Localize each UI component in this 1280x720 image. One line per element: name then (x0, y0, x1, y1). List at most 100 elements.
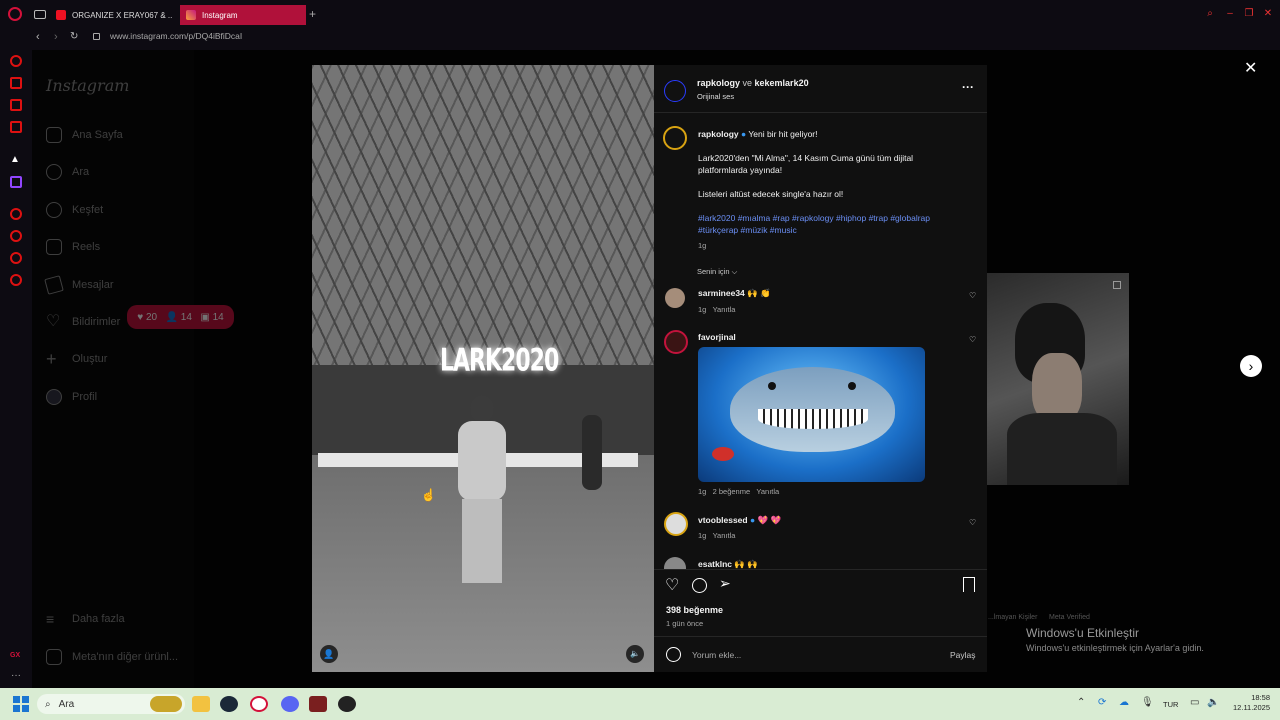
instagram-logo[interactable]: Instagram (46, 76, 129, 95)
footer-link[interactable]: ...lmayan Kişiler (988, 614, 1037, 621)
tray-language[interactable]: TUR (1163, 700, 1178, 709)
minimize-icon[interactable]: – (1224, 8, 1236, 20)
comment-sort-dropdown[interactable]: Senin için ⌵ (697, 267, 737, 277)
nav-reels[interactable]: Reels (46, 237, 100, 257)
extensions-icon[interactable] (10, 252, 22, 264)
widget-app-icon[interactable] (150, 696, 182, 712)
messenger-icon[interactable] (10, 99, 22, 111)
caption-avatar[interactable] (663, 126, 687, 150)
comment-avatar[interactable] (665, 288, 685, 308)
player-sidebar-icon[interactable] (10, 208, 22, 220)
notification-badge[interactable]: ♥ 20 👤 14 ▣ 14 (127, 305, 234, 329)
post-video[interactable]: LARK2020 👤 🔈 (312, 65, 654, 672)
tray-chevron-icon[interactable]: ⌃ (1077, 697, 1085, 708)
comment-like-icon[interactable]: ♡ (969, 518, 976, 527)
tab-islands-icon[interactable] (34, 10, 46, 19)
more-options-icon[interactable]: ··· (962, 80, 974, 94)
nav-explore[interactable]: Keşfet (46, 200, 103, 220)
gx-icon[interactable]: GX (10, 652, 20, 659)
maximize-icon[interactable]: ❐ (1243, 8, 1255, 20)
nav-create[interactable]: + Oluştur (46, 349, 107, 369)
refresh-sidebar-icon[interactable] (10, 55, 22, 67)
save-button[interactable] (963, 577, 975, 592)
comment-like-icon[interactable]: ♡ (969, 291, 976, 300)
steam-icon[interactable] (220, 696, 238, 712)
reply-button[interactable]: Yanıtla (713, 305, 736, 314)
discord-icon[interactable] (281, 696, 299, 712)
video-profile-icon[interactable]: 👤 (320, 645, 338, 663)
author-link[interactable]: rapkology (697, 78, 740, 88)
arena-roof-ridge (312, 65, 654, 385)
more-dots-icon[interactable]: ··· (11, 670, 21, 681)
close-window-icon[interactable]: ✕ (1262, 8, 1274, 20)
news-icon[interactable] (10, 121, 22, 133)
grid-icon (46, 649, 62, 665)
tray-sync-icon[interactable]: ⟳ (1098, 697, 1106, 708)
opera-gx-taskbar-icon[interactable] (250, 696, 268, 712)
nav-notifications[interactable]: ♡ Bildirimler (46, 312, 120, 332)
comment-input[interactable]: Yorum ekle... (692, 650, 741, 660)
nav-messages[interactable]: Mesajlar (44, 275, 114, 295)
post-comment-button[interactable]: Paylaş (950, 650, 976, 660)
comment-like-icon[interactable]: ♡ (969, 335, 976, 344)
mute-button[interactable]: 🔈 (626, 645, 644, 663)
comment-author[interactable]: favorjinal (698, 332, 736, 342)
tab-youtube[interactable]: ORGANIZE X ERAY067 & ... (50, 5, 174, 25)
comment-author[interactable]: vtooblessed (698, 515, 748, 525)
twitch-icon[interactable] (10, 176, 22, 188)
nav-more[interactable]: ≡ Daha fazla (46, 609, 125, 629)
tab-instagram[interactable]: Instagram (180, 5, 306, 25)
share-button[interactable]: ➢ (719, 575, 731, 592)
comment-author[interactable]: esatklnc (698, 559, 732, 569)
tray-cloud-icon[interactable]: ☁ (1119, 697, 1129, 708)
likes-count[interactable]: 398 beğenme (666, 605, 723, 615)
home-icon (46, 127, 62, 143)
comment-avatar[interactable] (664, 330, 688, 354)
nav-search[interactable]: Ara (46, 162, 89, 182)
like-button[interactable]: ♡ (665, 575, 679, 595)
close-modal-button[interactable]: ✕ (1244, 58, 1257, 78)
tray-speaker-icon[interactable]: 🔈 (1207, 697, 1219, 708)
comment-button[interactable] (692, 578, 707, 593)
aria-icon[interactable]: ▲ (10, 154, 20, 165)
comment-avatar[interactable] (664, 557, 686, 569)
opera-logo-icon[interactable] (8, 7, 22, 21)
comment-likes[interactable]: 2 beğenme (713, 487, 751, 496)
caption-hashtags[interactable]: #lark2020 #mıalma #rap #rapkology #hipho… (698, 212, 966, 236)
reply-button[interactable]: Yanıtla (756, 487, 779, 496)
header-avatar[interactable] (664, 80, 686, 102)
search-tabs-icon[interactable]: ⌕ (1204, 8, 1216, 20)
tray-display-icon[interactable]: ▭ (1190, 697, 1199, 708)
reload-icon[interactable]: ↻ (70, 31, 78, 42)
emoji-icon[interactable] (666, 647, 681, 662)
reply-button[interactable]: Yanıtla (713, 531, 736, 540)
nav-profile[interactable]: Profil (46, 387, 97, 407)
instagram-sidebar: Instagram (32, 50, 194, 688)
comment-avatar[interactable] (664, 512, 688, 536)
instagram-icon (186, 10, 196, 20)
footer-link[interactable]: Meta Verified (1049, 614, 1090, 621)
settings-icon[interactable] (10, 274, 22, 286)
url-field[interactable]: www.instagram.com/p/DQ4iBfiDcaI (110, 31, 242, 41)
collab-link[interactable]: kekemlark20 (755, 78, 809, 88)
comment-author[interactable]: sarminee34 (698, 288, 745, 298)
start-button[interactable] (13, 696, 29, 712)
forward-icon[interactable]: › (54, 31, 58, 43)
tray-mic-icon[interactable]: 🎙 (1141, 697, 1154, 708)
caption-author[interactable]: rapkology (698, 129, 739, 139)
nav-label: Profil (72, 391, 98, 403)
history-icon[interactable] (10, 230, 22, 242)
new-tab-button[interactable]: + (309, 7, 316, 21)
tray-clock[interactable]: 18:58 12.11.2025 (1226, 693, 1270, 713)
github-icon[interactable] (338, 696, 356, 712)
bag-icon[interactable] (10, 77, 22, 89)
nav-home[interactable]: Ana Sayfa (46, 125, 123, 145)
next-post-button[interactable]: › (1240, 355, 1262, 377)
game-app-icon[interactable] (309, 696, 327, 712)
back-icon[interactable]: ‹ (36, 31, 40, 43)
comment-gif-shark[interactable] (698, 347, 925, 482)
nav-meta-more[interactable]: Meta'nın diğer ürünl... (46, 647, 178, 667)
next-post-preview[interactable] (987, 273, 1129, 485)
audio-label[interactable]: Orijinal ses (697, 92, 734, 101)
file-explorer-icon[interactable] (192, 696, 210, 712)
